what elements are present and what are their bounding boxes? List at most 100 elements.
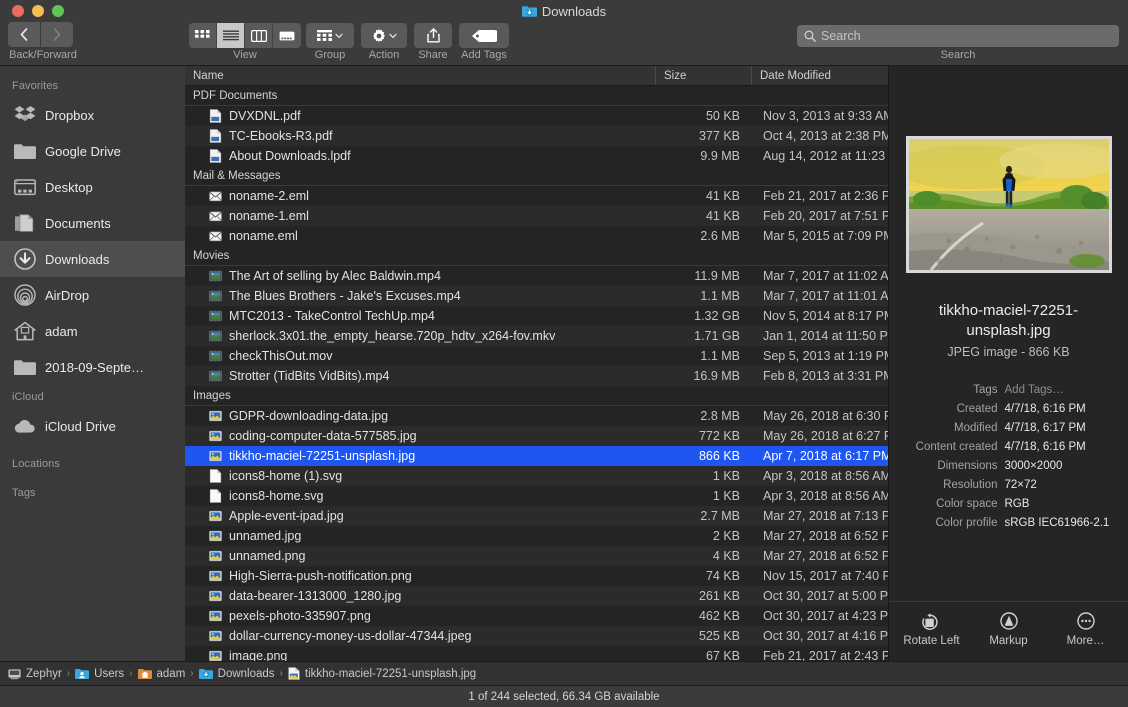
file-date-modified: Apr 7, 2018 at 6:17 PM [763, 449, 888, 463]
table-row[interactable]: About Downloads.lpdf 9.9 MB Aug 14, 2012 a… [185, 146, 888, 166]
column-header-name[interactable]: Name [185, 66, 655, 85]
movie-icon [209, 330, 222, 342]
breadcrumb-item[interactable]: Downloads [198, 668, 275, 680]
table-row[interactable]: unnamed.png 4 KB Mar 27, 2018 at 6:52 PM [185, 546, 888, 566]
table-row[interactable]: dollar-currency-money-us-dollar-47344.jp… [185, 626, 888, 646]
table-row[interactable]: noname.eml 2.6 MB Mar 5, 2015 at 7:09 PM [185, 226, 888, 246]
image-icon [209, 450, 222, 462]
table-row[interactable]: sherlock.3x01.the_empty_hearse.720p_hdtv… [185, 326, 888, 346]
table-row[interactable]: image.png 67 KB Feb 21, 2017 at 2:43 PM [185, 646, 888, 661]
file-name: unnamed.jpg [229, 529, 302, 543]
preview-filename: tikkho-maciel-72251-unsplash.jpg [938, 302, 1079, 339]
sidebar-item-downloads[interactable]: Downloads [0, 241, 185, 277]
sidebar: Favorites Dropbox Google Drive Desktop D… [0, 66, 185, 661]
action-button[interactable] [361, 23, 407, 48]
image-icon [209, 610, 222, 622]
sidebar-item-airdrop[interactable]: AirDrop [0, 277, 185, 313]
rotate-left-button[interactable]: Rotate Left [896, 612, 968, 647]
table-row[interactable]: High-Sierra-push-notification.png 74 KB No… [185, 566, 888, 586]
file-name-cell: MTC2013 - TakeControl TechUp.mp4 [185, 309, 655, 323]
file-name-cell: noname.eml [185, 229, 655, 243]
minimize-window-button[interactable] [32, 5, 44, 17]
breadcrumb: Zephyr › Users › adam › Downloads › tikkho-macie… [0, 661, 1128, 685]
group-button[interactable] [306, 23, 354, 48]
cloud-icon [14, 415, 36, 437]
sidebar-item-icloud-drive[interactable]: iCloud Drive [0, 408, 185, 444]
table-row[interactable]: icons8-home (1).svg 1 KB Apr 3, 2018 at 8:… [185, 466, 888, 486]
table-row[interactable]: data-bearer-1313000_1280.jpg 261 KB Oct 30… [185, 586, 888, 606]
doc-icon [209, 489, 222, 503]
file-date-modified: Oct 30, 2017 at 4:16 PM [763, 629, 888, 643]
file-size: 11.9 MB [694, 269, 740, 283]
file-group-header[interactable]: Movies [185, 246, 888, 266]
file-group-header[interactable]: Mail & Messages [185, 166, 888, 186]
sidebar-item-google-drive[interactable]: Google Drive [0, 133, 185, 169]
table-row[interactable]: DVXDNL.pdf 50 KB Nov 3, 2013 at 9:33 AM [185, 106, 888, 126]
table-row[interactable]: checkThisOut.mov 1.1 MB Sep 5, 2013 at 1:1… [185, 346, 888, 366]
view-mode-column-button[interactable] [245, 23, 273, 48]
table-row[interactable]: noname-2.eml 41 KB Feb 21, 2017 at 2:36 PM [185, 186, 888, 206]
search-input[interactable]: Search [797, 25, 1119, 47]
share-button[interactable] [414, 23, 452, 48]
file-date-modified: Apr 3, 2018 at 8:56 AM [763, 469, 888, 483]
home-folder-icon [137, 668, 152, 679]
breadcrumb-item[interactable]: tikkho-maciel-72251-unsplash.jpg [288, 667, 476, 680]
breadcrumb-item[interactable]: Zephyr [8, 668, 62, 680]
sidebar-item-dropbox[interactable]: Dropbox [0, 97, 185, 133]
add-tags-field[interactable]: Add Tags… [1005, 381, 1064, 400]
table-row[interactable]: tikkho-maciel-72251-unsplash.jpg 866 KB Ap… [185, 446, 888, 466]
mail-icon [209, 231, 222, 242]
file-name: icons8-home.svg [229, 489, 324, 503]
maximize-window-button[interactable] [52, 5, 64, 17]
chevron-right-icon [53, 28, 61, 41]
forward-button[interactable] [41, 22, 73, 47]
table-row[interactable]: The Blues Brothers - Jake's Excuses.mp4 1… [185, 286, 888, 306]
table-row[interactable]: TC-Ebooks-R3.pdf 377 KB Oct 4, 2013 at 2:3… [185, 126, 888, 146]
back-forward-group [8, 22, 73, 47]
file-group-header[interactable]: PDF Documents [185, 86, 888, 106]
table-row[interactable]: Strotter (TidBits VidBits).mp4 16.9 MB Feb… [185, 366, 888, 386]
view-mode-gallery-button[interactable] [273, 23, 301, 48]
add-tags-button[interactable] [459, 23, 509, 48]
share-icon [426, 28, 440, 43]
table-row[interactable]: Apple-event-ipad.jpg 2.7 MB Mar 27, 2018 a… [185, 506, 888, 526]
view-mode-icon-button[interactable] [189, 23, 217, 48]
table-row[interactable]: MTC2013 - TakeControl TechUp.mp4 1.32 GB N… [185, 306, 888, 326]
view-mode-list-button[interactable] [217, 23, 245, 48]
back-button[interactable] [8, 22, 40, 47]
close-window-button[interactable] [12, 5, 24, 17]
table-row[interactable]: The Art of selling by Alec Baldwin.mp4 11… [185, 266, 888, 286]
file-group-header[interactable]: Images [185, 386, 888, 406]
column-header-date-modified[interactable]: Date Modified [751, 66, 888, 85]
file-rows-container[interactable]: PDF Documents DVXDNL.pdf 50 KB Nov 3, 2013 … [185, 86, 888, 661]
table-row[interactable]: icons8-home.svg 1 KB Apr 3, 2018 at 8:56 A… [185, 486, 888, 506]
table-row[interactable]: unnamed.jpg 2 KB Mar 27, 2018 at 6:52 PM [185, 526, 888, 546]
table-row[interactable]: pexels-photo-335907.png 462 KB Oct 30, 201… [185, 606, 888, 626]
disk-icon [8, 668, 21, 679]
breadcrumb-item[interactable]: Users [75, 668, 124, 680]
column-header-size[interactable]: Size [655, 66, 751, 85]
table-row[interactable]: noname-1.eml 41 KB Feb 20, 2017 at 7:51 PM [185, 206, 888, 226]
sidebar-item-2018-09-september[interactable]: 2018-09-Septe… [0, 349, 185, 385]
table-row[interactable]: GDPR-downloading-data.jpg 2.8 MB May 26, 2… [185, 406, 888, 426]
sidebar-item-adam[interactable]: adam [0, 313, 185, 349]
breadcrumb-item[interactable]: adam [137, 668, 185, 680]
markup-button[interactable]: Markup [973, 612, 1045, 647]
sidebar-item-desktop[interactable]: Desktop [0, 169, 185, 205]
file-name-cell: Apple-event-ipad.jpg [185, 509, 655, 523]
more-button[interactable]: More… [1050, 612, 1122, 647]
metadata-row: Resolution 72×72 [901, 476, 1117, 495]
file-name: coding-computer-data-577585.jpg [229, 429, 417, 443]
file-name: checkThisOut.mov [229, 349, 333, 363]
image-icon [209, 510, 222, 522]
file-name: noname.eml [229, 229, 298, 243]
file-date-modified: Apr 3, 2018 at 8:56 AM [763, 489, 888, 503]
table-row[interactable]: coding-computer-data-577585.jpg 772 KB May… [185, 426, 888, 446]
doc-icon [209, 469, 222, 483]
sidebar-item-documents[interactable]: Documents [0, 205, 185, 241]
view-mode-segmented-control[interactable] [189, 23, 301, 48]
file-name: dollar-currency-money-us-dollar-47344.jp… [229, 629, 472, 643]
file-name-cell: coding-computer-data-577585.jpg [185, 429, 655, 443]
search-placeholder: Search [821, 29, 861, 43]
file-name-cell: TC-Ebooks-R3.pdf [185, 129, 655, 143]
